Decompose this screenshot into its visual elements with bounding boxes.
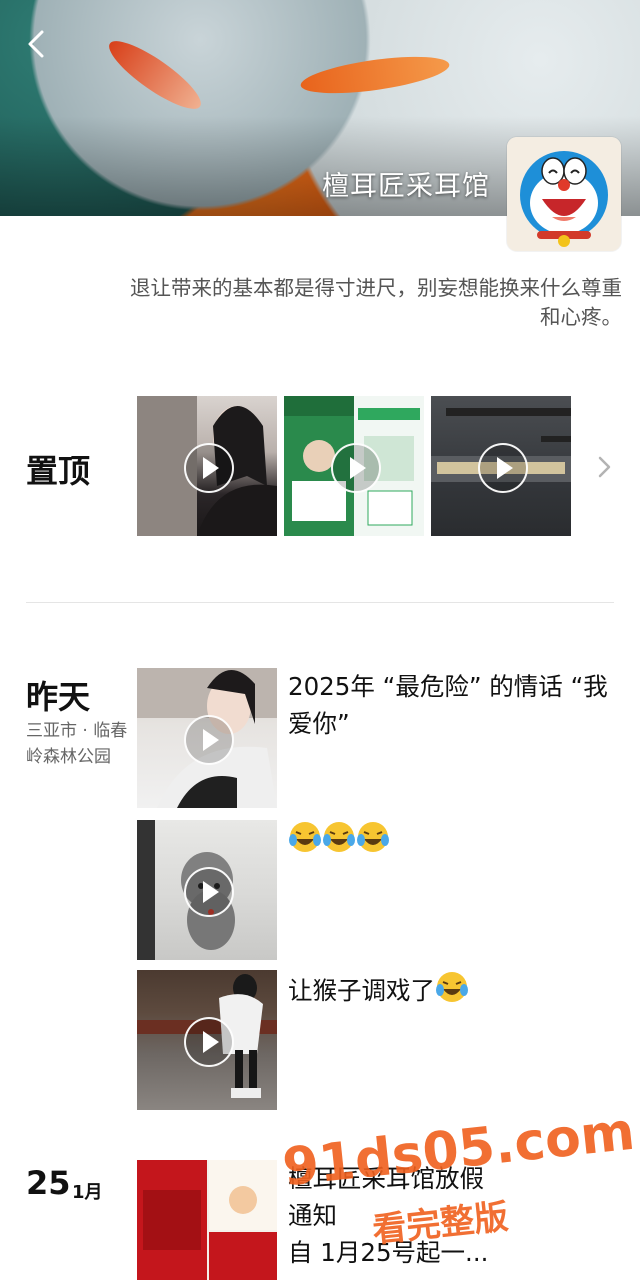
play-icon: [184, 443, 234, 493]
post-day: 昨天: [26, 678, 91, 716]
post-thumb-3[interactable]: [137, 970, 277, 1110]
back-icon[interactable]: [20, 26, 56, 62]
pinned-thumb-3[interactable]: [431, 396, 571, 536]
holiday-poster-image: [137, 1160, 277, 1280]
laugh-cry-emoji-icon: [436, 972, 468, 1002]
play-icon: [478, 443, 528, 493]
signature-line-2: 和心疼。: [540, 305, 622, 329]
signature: 退让带来的基本都是得寸进尺，别妄想能换来什么尊重 和心疼。: [62, 274, 622, 332]
pinned-thumb-2[interactable]: [284, 396, 424, 536]
post-thumb-1[interactable]: [137, 668, 277, 808]
play-icon: [331, 443, 381, 493]
koi-fish: [101, 31, 209, 119]
avatar[interactable]: [507, 137, 621, 251]
post-text-label: 让猴子调戏了: [288, 976, 435, 1005]
play-icon: [184, 1017, 234, 1067]
signature-line-1: 退让带来的基本都是得寸进尺，别妄想能换来什么尊重: [130, 276, 622, 300]
chevron-right-icon[interactable]: [596, 454, 614, 480]
post-text[interactable]: 让猴子调戏了: [288, 970, 608, 1009]
post-emoji-row[interactable]: [288, 820, 608, 859]
post-date-month: 1月: [72, 1182, 103, 1203]
pinned-title: 置顶: [26, 452, 91, 490]
laugh-cry-emoji-icon: [289, 822, 389, 852]
pinned-thumb-1[interactable]: [137, 396, 277, 536]
doraemon-avatar-icon: [507, 137, 621, 251]
post-thumb-2[interactable]: [137, 820, 277, 960]
post-date-day: 25: [26, 1164, 71, 1202]
post-text[interactable]: 2025年 “最危险” 的情话 “我爱你”: [288, 668, 608, 742]
post-thumb-4[interactable]: [137, 1160, 277, 1280]
play-icon: [184, 867, 234, 917]
koi-fish: [298, 49, 452, 101]
post-location[interactable]: 三亚市 · 临春岭森林公园: [26, 718, 132, 770]
divider: [26, 602, 614, 603]
profile-name[interactable]: 檀耳匠采耳馆: [322, 164, 490, 203]
play-icon: [184, 715, 234, 765]
